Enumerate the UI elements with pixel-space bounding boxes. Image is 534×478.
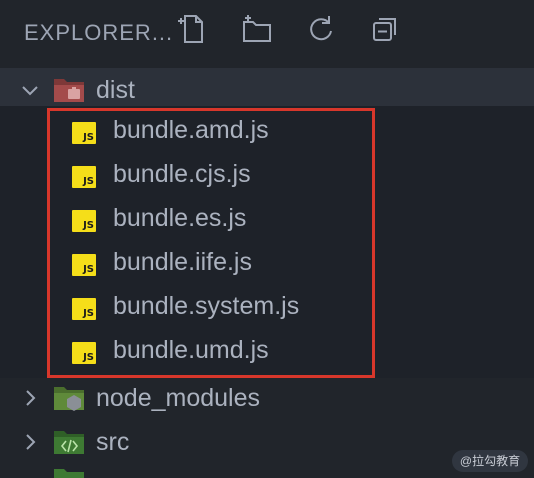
file-tree: dist JS bundle.amd.js JS bundle.cjs.js J… (0, 66, 534, 478)
file-label: bundle.cjs.js (113, 160, 251, 188)
js-file-icon: JS (72, 122, 96, 144)
js-file-icon: JS (72, 298, 96, 320)
file-label: bundle.amd.js (113, 116, 269, 144)
explorer-title: EXPLORER... (24, 20, 174, 45)
partial-folder-icon (53, 466, 85, 478)
js-file-icon: JS (72, 254, 96, 276)
js-file-icon: JS (72, 166, 96, 188)
file-item[interactable]: JS bundle.umd.js (0, 326, 534, 370)
new-file-icon[interactable] (176, 12, 210, 46)
watermark-badge: @拉勾教育 (452, 450, 528, 472)
js-file-icon: JS (72, 342, 96, 364)
chevron-right-icon[interactable] (20, 388, 40, 408)
new-folder-icon[interactable] (240, 12, 274, 46)
file-label: bundle.es.js (113, 204, 247, 232)
tree-label-node-modules: node_modules (96, 384, 261, 412)
file-item[interactable]: JS bundle.iife.js (0, 238, 534, 282)
js-file-icon: JS (72, 210, 96, 232)
explorer-header: EXPLORER... (0, 0, 534, 66)
file-label: bundle.umd.js (113, 336, 269, 364)
chevron-right-icon[interactable] (20, 432, 40, 452)
folder-dist-icon (53, 76, 85, 104)
file-label: bundle.system.js (113, 292, 300, 320)
tree-label-dist: dist (96, 76, 135, 104)
dist-files: JS bundle.amd.js JS bundle.cjs.js JS bun… (0, 106, 534, 378)
folder-src-icon (53, 428, 85, 456)
file-label: bundle.iife.js (113, 248, 252, 276)
file-item[interactable]: JS bundle.cjs.js (0, 150, 534, 194)
file-item[interactable]: JS bundle.amd.js (0, 106, 534, 150)
tree-label-src: src (96, 428, 130, 456)
collapse-all-icon[interactable] (368, 12, 402, 46)
tree-item-node-modules[interactable]: node_modules (0, 376, 534, 420)
file-item[interactable]: JS bundle.system.js (0, 282, 534, 326)
folder-node-modules-icon (53, 384, 85, 412)
file-item[interactable]: JS bundle.es.js (0, 194, 534, 238)
chevron-down-icon[interactable] (20, 80, 40, 100)
refresh-icon[interactable] (304, 12, 338, 46)
